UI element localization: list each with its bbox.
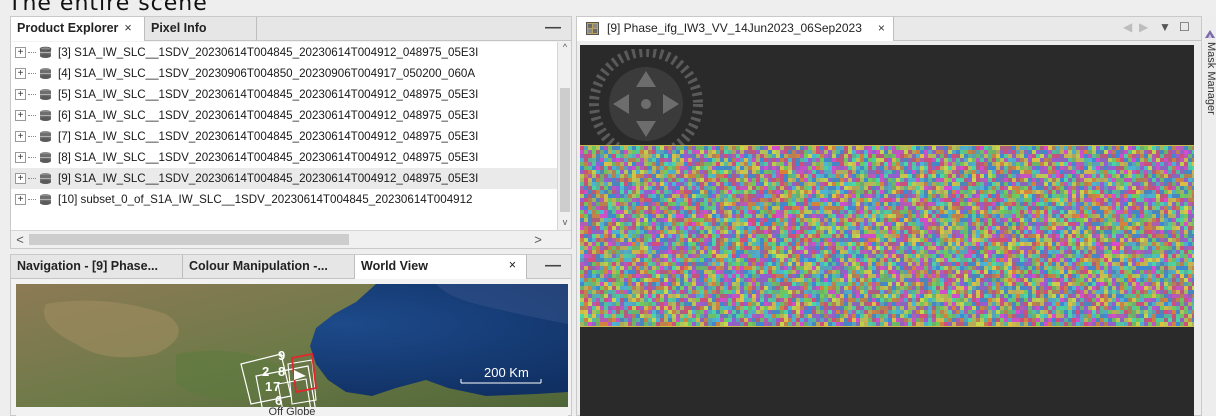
vertical-scrollbar[interactable]: ^ v xyxy=(557,42,571,231)
image-view-panel: [9] Phase_ifg_IW3_VV_14Jun2023_06Sep2023… xyxy=(576,16,1202,416)
off-globe-label: Off Globe xyxy=(16,407,568,416)
footprint-label-7: 7 xyxy=(273,379,280,394)
navigation-panel: Navigation - [9] Phase... Colour Manipul… xyxy=(10,254,572,416)
product-label: [9] S1A_IW_SLC__1SDV_20230614T004845_202… xyxy=(58,172,479,185)
database-icon xyxy=(40,68,51,79)
database-icon xyxy=(40,89,51,100)
tree-connector xyxy=(28,94,36,95)
previous-tab-icon[interactable]: ◀ xyxy=(1123,20,1132,34)
scroll-thumb[interactable] xyxy=(29,234,349,245)
scroll-left-icon[interactable]: < xyxy=(13,232,27,248)
tree-connector xyxy=(28,157,36,158)
tree-connector xyxy=(28,136,36,137)
tab-phase-image[interactable]: [9] Phase_ifg_IW3_VV_14Jun2023_06Sep2023… xyxy=(577,17,894,41)
product-tree: + [3] S1A_IW_SLC__1SDV_20230614T004845_2… xyxy=(11,42,557,231)
product-row-6[interactable]: + [6] S1A_IW_SLC__1SDV_20230614T004845_2… xyxy=(11,105,557,126)
expand-icon[interactable]: + xyxy=(15,194,26,205)
scroll-up-icon[interactable]: ^ xyxy=(558,42,572,56)
scroll-right-icon[interactable]: > xyxy=(531,232,545,248)
scale-bar-label: 200 Km xyxy=(484,365,529,380)
product-explorer-tabbar: Product Explorer × Pixel Info — xyxy=(11,17,571,41)
expand-icon[interactable]: + xyxy=(15,68,26,79)
minimize-icon[interactable]: — xyxy=(545,19,561,37)
database-icon xyxy=(40,194,51,205)
database-icon xyxy=(40,173,51,184)
footprint-label-8: 8 xyxy=(278,364,285,379)
product-label: [3] S1A_IW_SLC__1SDV_20230614T004845_202… xyxy=(58,46,479,59)
close-icon[interactable]: × xyxy=(878,21,885,35)
horizontal-scrollbar[interactable]: < > xyxy=(11,230,571,248)
scene-caption: The entire scene xyxy=(8,0,208,16)
product-label: [5] S1A_IW_SLC__1SDV_20230614T004845_202… xyxy=(58,88,479,101)
tab-product-explorer-label: Product Explorer xyxy=(17,21,119,35)
expand-icon[interactable]: + xyxy=(15,152,26,163)
tab-navigation[interactable]: Navigation - [9] Phase... xyxy=(11,255,183,279)
tab-colour-manipulation-label: Colour Manipulation -... xyxy=(189,259,328,273)
mask-icon xyxy=(1205,30,1215,38)
footprint-label-1: 1 xyxy=(265,379,272,394)
tab-menu-icon[interactable]: ▼ xyxy=(1159,20,1171,34)
expand-icon[interactable]: + xyxy=(15,89,26,100)
expand-icon[interactable]: + xyxy=(15,47,26,58)
product-row-7[interactable]: + [7] S1A_IW_SLC__1SDV_20230614T004845_2… xyxy=(11,126,557,147)
scroll-thumb[interactable] xyxy=(560,88,570,212)
snap-desktop: The entire scene Product Explorer × Pixel… xyxy=(0,0,1216,416)
product-row-5[interactable]: + [5] S1A_IW_SLC__1SDV_20230614T004845_2… xyxy=(11,84,557,105)
product-label: [7] S1A_IW_SLC__1SDV_20230614T004845_202… xyxy=(58,130,479,143)
product-row-9[interactable]: + [9] S1A_IW_SLC__1SDV_20230614T004845_2… xyxy=(11,168,557,189)
navigation-tabbar: Navigation - [9] Phase... Colour Manipul… xyxy=(11,255,571,279)
product-row-8[interactable]: + [8] S1A_IW_SLC__1SDV_20230614T004845_2… xyxy=(11,147,557,168)
product-explorer-panel: Product Explorer × Pixel Info — + [3] S1A… xyxy=(10,16,572,249)
product-row-4[interactable]: + [4] S1A_IW_SLC__1SDV_20230906T004850_2… xyxy=(11,63,557,84)
world-map: 9 2 8 1 7 6 5 200 Km xyxy=(16,284,568,416)
tab-colour-manipulation[interactable]: Colour Manipulation -... xyxy=(183,255,355,279)
expand-icon[interactable]: + xyxy=(15,173,26,184)
tree-connector xyxy=(28,178,36,179)
tree-connector xyxy=(28,52,36,53)
tab-navigation-label: Navigation - [9] Phase... xyxy=(17,259,159,273)
close-icon[interactable]: × xyxy=(124,21,131,35)
database-icon xyxy=(40,131,51,142)
interferogram-image xyxy=(580,145,1194,327)
minimize-icon[interactable]: — xyxy=(545,257,561,275)
tree-connector xyxy=(28,73,36,74)
tab-product-explorer[interactable]: Product Explorer × xyxy=(11,17,145,41)
tab-world-view[interactable]: World View × xyxy=(355,255,527,279)
expand-icon[interactable]: + xyxy=(15,110,26,121)
tab-phase-image-label: [9] Phase_ifg_IW3_VV_14Jun2023_06Sep2023 xyxy=(607,21,862,35)
footprint-label-2: 2 xyxy=(262,364,269,379)
tree-connector xyxy=(28,199,36,200)
next-tab-icon[interactable]: ▶ xyxy=(1139,20,1148,34)
database-icon xyxy=(40,152,51,163)
image-canvas[interactable] xyxy=(580,45,1194,416)
tree-connector xyxy=(28,115,36,116)
database-icon xyxy=(39,46,52,58)
world-view-globe[interactable]: 9 2 8 1 7 6 5 200 Km Off Globe xyxy=(16,284,568,416)
close-icon[interactable]: × xyxy=(509,258,516,272)
image-view-tabbar: [9] Phase_ifg_IW3_VV_14Jun2023_06Sep2023… xyxy=(577,17,1201,41)
mask-manager-strip[interactable]: Mask Manager xyxy=(1204,16,1216,416)
tab-world-view-label: World View xyxy=(361,259,428,273)
product-row-3[interactable]: + [3] S1A_IW_SLC__1SDV_20230614T004845_2… xyxy=(11,42,557,63)
mask-manager-label: Mask Manager xyxy=(1205,42,1216,115)
product-label: [8] S1A_IW_SLC__1SDV_20230614T004845_202… xyxy=(58,151,479,164)
maximize-icon[interactable]: ☐ xyxy=(1179,20,1190,34)
tab-pixel-info[interactable]: Pixel Info xyxy=(145,17,257,41)
database-icon xyxy=(40,110,51,121)
expand-icon[interactable]: + xyxy=(15,131,26,142)
product-label: [4] S1A_IW_SLC__1SDV_20230906T004850_202… xyxy=(58,67,476,80)
interferogram-raster xyxy=(580,146,1194,326)
product-label: [10] subset_0_of_S1A_IW_SLC__1SDV_202306… xyxy=(58,193,473,206)
scroll-down-icon[interactable]: v xyxy=(558,217,572,231)
product-row-10[interactable]: + [10] subset_0_of_S1A_IW_SLC__1SDV_2023… xyxy=(11,189,557,210)
image-band-icon xyxy=(586,22,599,35)
tab-pixel-info-label: Pixel Info xyxy=(151,21,207,35)
footprint-label-9: 9 xyxy=(278,348,285,363)
product-label: [6] S1A_IW_SLC__1SDV_20230614T004845_202… xyxy=(58,109,479,122)
navigation-control-icon[interactable] xyxy=(586,49,706,159)
